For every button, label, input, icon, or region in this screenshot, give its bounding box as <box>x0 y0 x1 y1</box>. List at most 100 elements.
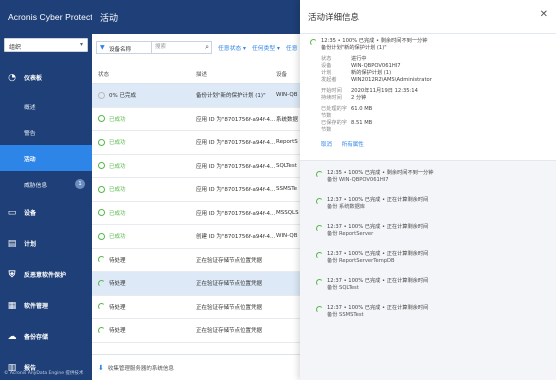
software-icon: ▦ <box>7 300 17 311</box>
field-value: 61.0 MB <box>351 106 373 112</box>
table-row[interactable]: 待处理 正在验证存储节点位置凭据 <box>92 272 302 296</box>
table-row[interactable]: 已成功 应用 ID 为"8701756f-a94f-4... SQLTest <box>92 154 302 178</box>
org-selector[interactable]: 组织 ▾ <box>4 38 88 52</box>
detail-fields: 状态 进行中 设备 WIN-QBPOV061HI7 计划 新的保护计划 (1) 发起者… <box>310 56 546 84</box>
field-value: WIN-QBPOV061HI7 <box>351 63 401 69</box>
sidebar-item-dashboard[interactable]: ◔ 仪表板 <box>0 62 92 93</box>
field-label: 持续时间 <box>321 95 342 101</box>
detail-actions: 取消 所有属性 <box>310 140 546 148</box>
filter-field-select[interactable]: ▼ 设备名称 <box>96 40 152 54</box>
success-icon <box>98 162 105 170</box>
progress-icon <box>310 39 317 46</box>
summary-line-2: 备份计划"新的保护计划 (1)" <box>321 45 387 51</box>
sub-activities-list: 12:35 • 100% 已完成 • 剩余时间不到一分钟 备份 WIN-QBPOV… <box>300 160 556 380</box>
table-row[interactable]: 已成功 应用 ID 为"8701756f-a94f-4... ReportS <box>92 131 302 155</box>
sidebar-item-software[interactable]: ▦ 软件管理 <box>0 290 92 321</box>
table-row[interactable]: 已成功 应用 ID 为"8701756f-a94f-4... MSSQLS <box>92 201 302 225</box>
table-row[interactable]: 待处理 正在验证存储节点位置凭据 <box>92 295 302 319</box>
success-icon <box>98 232 105 240</box>
sub-activity-line-2: 备份 SSMSTest <box>327 311 364 318</box>
backup-storage-icon: ☁ <box>7 331 17 342</box>
status-cell: 待处理 <box>92 303 196 311</box>
success-icon <box>98 209 105 217</box>
sidebar-item-antimalware[interactable]: ⛨ 反恶意软件保护 <box>0 259 92 290</box>
field-label: 已处理的字节数 <box>321 106 347 119</box>
sidebar-item-alerts[interactable]: 警告 <box>0 119 92 145</box>
table-row[interactable]: 已成功 创建 ID 为"8701756f-a94f-4... WIN-QB <box>92 225 302 249</box>
field-value: 进行中 <box>351 56 367 62</box>
sub-activity-line-1: 12:37 • 100% 已完成 • 正在计算剩余时间 <box>327 305 429 311</box>
column-header-status[interactable]: 状态 <box>92 70 196 78</box>
sub-activity-item[interactable]: 12:37 • 100% 已完成 • 正在计算剩余时间 备份 SQLTest <box>300 269 556 296</box>
progress-icon <box>316 306 323 313</box>
sub-activity-line-1: 12:37 • 100% 已完成 • 正在计算剩余时间 <box>327 197 429 203</box>
filter-field-label: 设备名称 <box>109 46 132 53</box>
description-cell: 正在验证存储节点位置凭据 <box>196 304 263 311</box>
sidebar-nav: ◔ 仪表板 概述 警告 活动 威胁信息 1 ▭ 设备 ▤ 计划 ⛨ 反恶意软件保… <box>0 62 92 380</box>
sidebar-item-threat-feed[interactable]: 威胁信息 1 <box>0 171 92 197</box>
close-icon[interactable]: ✕ <box>540 9 548 20</box>
success-icon <box>98 138 105 146</box>
status-cell: 待处理 <box>92 279 196 287</box>
sub-activity-item[interactable]: 12:35 • 100% 已完成 • 剩余时间不到一分钟 备份 WIN-QBPOV… <box>300 161 556 188</box>
success-icon <box>98 185 105 193</box>
pending-icon <box>98 256 105 264</box>
sub-activity-line-1: 12:35 • 100% 已完成 • 剩余时间不到一分钟 <box>327 170 434 176</box>
status-text: 待处理 <box>109 328 126 335</box>
all-properties-link[interactable]: 所有属性 <box>342 142 364 148</box>
description-cell: 应用 ID 为"8701756f-a94f-4... <box>196 187 276 194</box>
table-row[interactable]: 已成功 应用 ID 为"8701756f-a94f-4... SSMSTe <box>92 178 302 202</box>
sub-activity-line-2: 备份 ReportServer <box>327 230 374 237</box>
table-row[interactable]: 已成功 应用 ID 为"8701756f-a94f-4... 系统数据 <box>92 107 302 131</box>
sub-activity-line-1: 12:37 • 100% 已完成 • 正在计算剩余时间 <box>327 251 429 257</box>
sidebar-item-activities[interactable]: 活动 <box>0 145 92 171</box>
sub-activity-line-1: 12:37 • 100% 已完成 • 正在计算剩余时间 <box>327 278 429 284</box>
status-text: 待处理 <box>109 257 126 264</box>
column-header-device[interactable]: 设备 <box>276 70 302 78</box>
sub-activity-item[interactable]: 12:37 • 100% 已完成 • 正在计算剩余时间 备份 ReportServ… <box>300 242 556 269</box>
sidebar-item-plans[interactable]: ▤ 计划 <box>0 228 92 259</box>
type-filter-dropdown[interactable]: 任何类型 ▾ <box>252 43 280 52</box>
detail-sizes: 已处理的字节数 61.0 MB 已保存的字节数 8.51 MB <box>310 106 546 134</box>
description-cell: 正在验证存储节点位置凭据 <box>196 328 263 335</box>
field-label: 计划 <box>321 70 332 76</box>
status-text: 已成功 <box>109 163 126 170</box>
sidebar-item-backup-storage[interactable]: ☁ 备份存储 <box>0 321 92 352</box>
status-filter-dropdown[interactable]: 任意状态 ▾ <box>218 43 246 52</box>
search-icon[interactable]: ⌕ <box>205 43 209 52</box>
status-text: 已成功 <box>109 116 126 123</box>
download-icon: ⬇ <box>98 363 104 372</box>
pending-icon <box>98 279 105 287</box>
sub-activity-item[interactable]: 12:37 • 100% 已完成 • 正在计算剩余时间 备份 ReportServ… <box>300 215 556 242</box>
system-info-link[interactable]: ⬇ 收集管理服务器的系统信息 <box>92 354 302 380</box>
search-box: ⌕ <box>152 40 212 54</box>
status-text: 待处理 <box>109 281 126 288</box>
device-cell: SSMSTe <box>276 186 298 193</box>
status-cell: 已成功 <box>92 232 196 240</box>
sidebar-item-label: 反恶意软件保护 <box>24 272 67 279</box>
table-row[interactable]: 待处理 正在验证存储节点位置凭据 <box>92 319 302 343</box>
status-text: 已成功 <box>109 234 126 241</box>
status-cell: 已成功 <box>92 209 196 217</box>
status-cell: 待处理 <box>92 256 196 264</box>
sub-activity-item[interactable]: 12:37 • 100% 已完成 • 正在计算剩余时间 备份 SSMSTest <box>300 296 556 323</box>
status-text: 0% 已完成 <box>109 93 136 100</box>
column-header-description[interactable]: 描述 <box>196 70 276 78</box>
sidebar-item-overview[interactable]: 概述 <box>0 93 92 119</box>
sub-activity-line-2: 备份 WIN-QBPOV061HI7 <box>327 176 389 183</box>
description-cell: 正在验证存储节点位置凭据 <box>196 257 263 264</box>
status-cell: 已成功 <box>92 185 196 193</box>
progress-icon <box>316 279 323 286</box>
table-row[interactable]: 0% 已完成 备份计划"新的保护计划 (1)" WIN-QB <box>92 84 302 108</box>
cancel-link[interactable]: 取消 <box>321 142 332 148</box>
field-label: 发起者 <box>321 77 337 83</box>
panel-title: 活动详细信息 <box>300 0 556 34</box>
sub-activity-line-2: 备份 SQLTest <box>327 284 359 291</box>
field-label: 状态 <box>321 56 332 62</box>
sidebar-item-devices[interactable]: ▭ 设备 <box>0 197 92 228</box>
table-row[interactable]: 待处理 正在验证存储节点位置凭据 <box>92 248 302 272</box>
search-input[interactable] <box>152 41 198 53</box>
sub-activity-item[interactable]: 12:37 • 100% 已完成 • 正在计算剩余时间 备份 系统数据库 <box>300 188 556 215</box>
sub-activity-text: 12:35 • 100% 已完成 • 剩余时间不到一分钟 备份 WIN-QBPOV… <box>327 170 433 183</box>
any-filter-dropdown[interactable]: 任意 <box>286 43 298 52</box>
